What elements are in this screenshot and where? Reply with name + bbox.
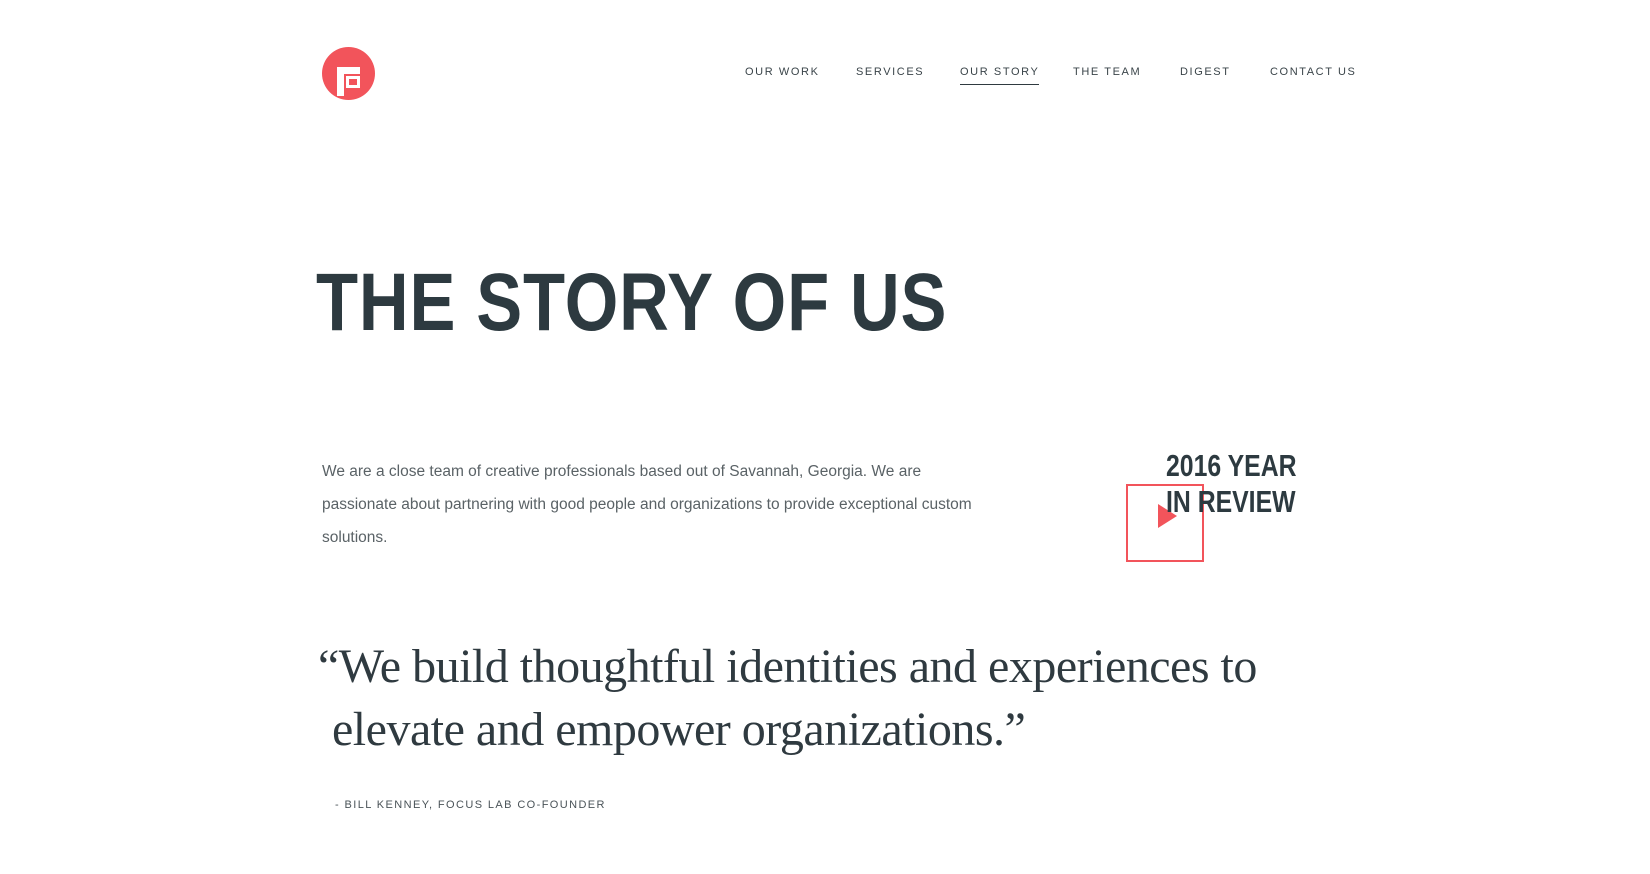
nav-services[interactable]: SERVICES [856, 66, 924, 84]
review-title-line2: IN REVIEW [1166, 484, 1296, 519]
year-in-review-title: 2016 YEAR IN REVIEW [1166, 448, 1297, 520]
main-nav: OUR WORK SERVICES OUR STORY THE TEAM DIG… [0, 66, 1650, 90]
review-title-line1: 2016 YEAR [1166, 448, 1297, 483]
nav-contact-us[interactable]: CONTACT US [1270, 66, 1357, 84]
intro-text: We are a close team of creative professi… [322, 463, 972, 546]
nav-digest[interactable]: DIGEST [1180, 66, 1231, 84]
year-in-review-link[interactable]: 2016 YEAR IN REVIEW [1126, 448, 1326, 568]
nav-our-work[interactable]: OUR WORK [745, 66, 820, 84]
page: OUR WORK SERVICES OUR STORY THE TEAM DIG… [0, 0, 1650, 874]
quote-line1: “We build thoughtful identities and expe… [318, 640, 1257, 693]
nav-the-team[interactable]: THE TEAM [1073, 66, 1141, 84]
founder-quote: “We build thoughtful identities and expe… [318, 635, 1318, 761]
nav-our-story[interactable]: OUR STORY [960, 66, 1040, 85]
quote-attribution: - BILL KENNEY, FOCUS LAB CO-FOUNDER [335, 799, 606, 811]
quote-line2: elevate and empower organizations.” [332, 703, 1026, 756]
page-title: THE STORY OF US [316, 257, 948, 348]
